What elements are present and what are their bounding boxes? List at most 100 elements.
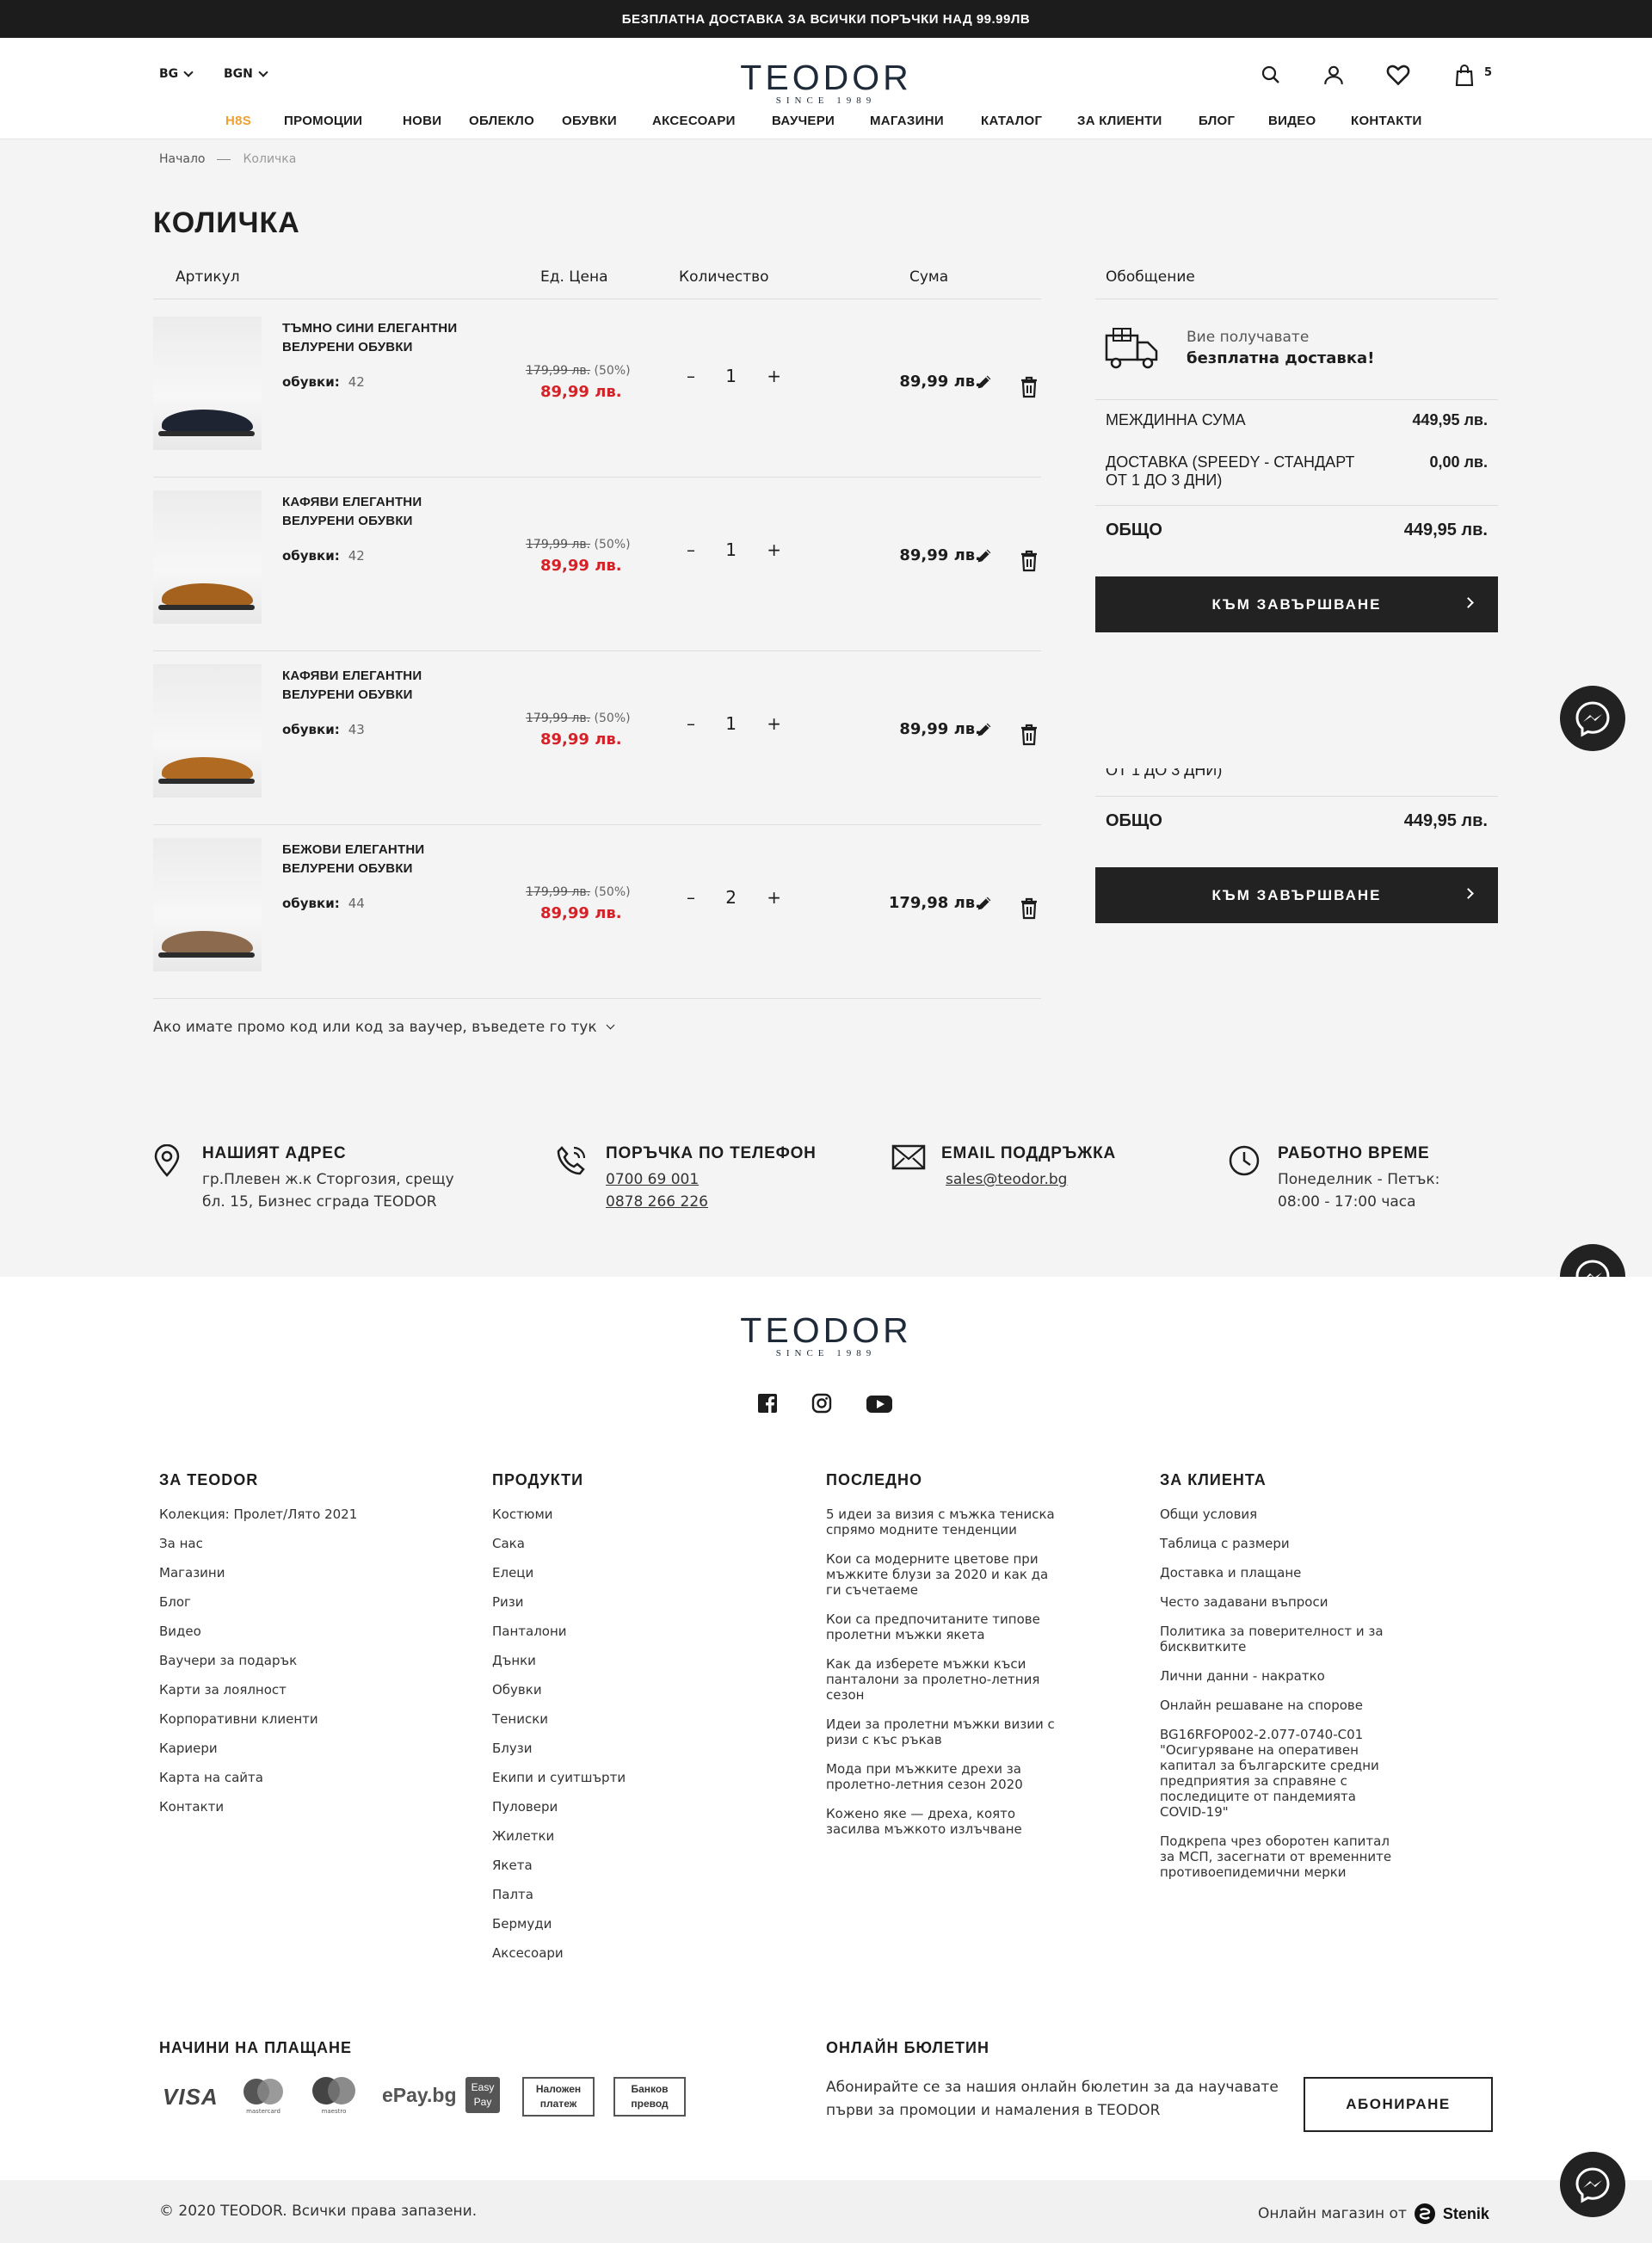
messenger-chat-button[interactable] <box>1560 2152 1625 2217</box>
footer-link[interactable]: Карти за лоялност <box>159 1682 417 1698</box>
footer-link[interactable]: Магазини <box>159 1565 417 1581</box>
qty-value[interactable]: 2 <box>725 887 737 908</box>
footer-link[interactable]: Блузи <box>492 1741 750 1756</box>
footer-link[interactable]: Карта на сайта <box>159 1770 417 1785</box>
footer-link[interactable]: Сака <box>492 1536 750 1551</box>
footer-link[interactable]: Подкрепа чрез оборотен капитал за МСП, з… <box>1160 1833 1392 1880</box>
footer-link[interactable]: Якета <box>492 1858 750 1873</box>
qty-minus-button[interactable]: – <box>687 887 695 908</box>
email-link[interactable]: sales@teodor.bg <box>946 1171 1067 1188</box>
nav-item-catalog[interactable]: КАТАЛОГ <box>981 114 1042 128</box>
qty-minus-button[interactable]: – <box>687 366 695 386</box>
qty-plus-button[interactable]: + <box>767 539 781 560</box>
edit-icon[interactable] <box>975 546 996 567</box>
product-name[interactable]: ТЪМНО СИНИ ЕЛЕГАНТНИ ВЕЛУРЕНИ ОБУВКИ <box>282 319 489 357</box>
trash-icon[interactable] <box>1020 376 1040 400</box>
footer-link[interactable]: Бермуди <box>492 1916 750 1932</box>
trash-icon[interactable] <box>1020 897 1040 921</box>
footer-link[interactable]: Жилетки <box>492 1828 750 1844</box>
footer-link[interactable]: Таблица с размери <box>1160 1536 1392 1551</box>
nav-item-clothing[interactable]: ОБЛЕКЛО <box>469 114 534 128</box>
instagram-icon[interactable] <box>811 1393 832 1414</box>
breadcrumb-home[interactable]: Начало <box>159 152 205 166</box>
footer-link[interactable]: Аксесоари <box>492 1945 750 1961</box>
footer-link[interactable]: Кариери <box>159 1741 417 1756</box>
product-image[interactable] <box>153 317 262 450</box>
footer-link[interactable]: Елеци <box>492 1565 750 1581</box>
messenger-chat-button[interactable] <box>1560 686 1625 751</box>
footer-link[interactable]: Корпоративни клиенти <box>159 1711 417 1727</box>
footer-link[interactable]: Политика за поверителност и за бисквитки… <box>1160 1624 1392 1655</box>
edit-icon[interactable] <box>975 894 996 915</box>
product-image[interactable] <box>153 664 262 798</box>
footer-link[interactable]: Блог <box>159 1594 417 1610</box>
product-image[interactable] <box>153 490 262 624</box>
footer-link[interactable]: Контакти <box>159 1799 417 1815</box>
footer-link[interactable]: Тениски <box>492 1711 750 1727</box>
footer-link[interactable]: Ваучери за подарък <box>159 1653 417 1668</box>
qty-plus-button[interactable]: + <box>767 366 781 386</box>
facebook-icon[interactable] <box>757 1393 778 1414</box>
shopping-bag-icon[interactable] <box>1450 60 1479 89</box>
qty-plus-button[interactable]: + <box>767 713 781 734</box>
trash-icon[interactable] <box>1020 550 1040 574</box>
footer-link[interactable]: За нас <box>159 1536 417 1551</box>
product-name[interactable]: БЕЖОВИ ЕЛЕГАНТНИ ВЕЛУРЕНИ ОБУВКИ <box>282 841 489 878</box>
footer-link[interactable]: Колекция: Пролет/Лято 2021 <box>159 1507 417 1522</box>
footer-logo[interactable]: TEODOR SINCE 1989 <box>697 1313 955 1359</box>
footer-link[interactable]: Кожено яке — дреха, която засилва мъжкот… <box>826 1806 1058 1837</box>
edit-icon[interactable] <box>975 720 996 741</box>
footer-link[interactable]: Идеи за пролетни мъжки визии с ризи с къ… <box>826 1716 1058 1747</box>
trash-icon[interactable] <box>1020 724 1040 748</box>
qty-minus-button[interactable]: – <box>687 713 695 734</box>
nav-item-stores[interactable]: МАГАЗИНИ <box>870 114 944 128</box>
footer-link[interactable]: Мода при мъжките дрехи за пролетно-летни… <box>826 1761 1058 1792</box>
nav-item-promotions[interactable]: ПРОМОЦИИ <box>284 114 362 128</box>
currency-select[interactable]: BGN <box>224 66 268 81</box>
footer-link[interactable]: Как да изберете мъжки къси панталони за … <box>826 1656 1058 1703</box>
footer-link[interactable]: Доставка и плащане <box>1160 1565 1392 1581</box>
product-name[interactable]: КАФЯВИ ЕЛЕГАНТНИ ВЕЛУРЕНИ ОБУВКИ <box>282 667 489 705</box>
footer-link[interactable]: Лични данни - накратко <box>1160 1668 1392 1684</box>
footer-link[interactable]: Пуловери <box>492 1799 750 1815</box>
footer-link[interactable]: Кои са модерните цветове при мъжките блу… <box>826 1551 1058 1598</box>
made-by[interactable]: Онлайн магазин от Stenik <box>1258 2203 1489 2225</box>
qty-plus-button[interactable]: + <box>767 887 781 908</box>
nav-item-accessories[interactable]: АКСЕСОАРИ <box>652 114 736 128</box>
nav-item-new[interactable]: НОВИ <box>403 114 441 128</box>
nav-item-vouchers[interactable]: ВАУЧЕРИ <box>772 114 835 128</box>
footer-link[interactable]: Онлайн решаване на спорове <box>1160 1698 1392 1713</box>
phone-link[interactable]: 0700 69 001 <box>606 1171 699 1188</box>
nav-item-h8s[interactable]: H8S <box>225 114 251 128</box>
product-name[interactable]: КАФЯВИ ЕЛЕГАНТНИ ВЕЛУРЕНИ ОБУВКИ <box>282 493 489 531</box>
qty-value[interactable]: 1 <box>725 539 737 560</box>
language-select[interactable]: BG <box>159 66 194 81</box>
phone-link[interactable]: 0878 266 226 <box>606 1193 708 1211</box>
nav-item-video[interactable]: ВИДЕО <box>1268 114 1316 128</box>
footer-link[interactable]: 5 идеи за визия с мъжка тениска спрямо м… <box>826 1507 1058 1537</box>
footer-link[interactable]: Общи условия <box>1160 1507 1392 1522</box>
footer-link[interactable]: Ризи <box>492 1594 750 1610</box>
sticky-checkout-button[interactable]: КЪМ ЗАВЪРШВАНЕ <box>1095 867 1498 923</box>
product-image[interactable] <box>153 838 262 971</box>
footer-link[interactable]: Кои са предпочитаните типове пролетни мъ… <box>826 1611 1058 1642</box>
promo-code-toggle[interactable]: Ако имате промо код или код за ваучер, в… <box>153 1019 615 1036</box>
footer-link[interactable]: BG16RFOP002-2.077-0740-C01 "Осигуряване … <box>1160 1727 1392 1820</box>
nav-item-for-clients[interactable]: ЗА КЛИЕНТИ <box>1077 114 1162 128</box>
nav-item-shoes[interactable]: ОБУВКИ <box>562 114 617 128</box>
footer-link[interactable]: Обувки <box>492 1682 750 1698</box>
nav-item-blog[interactable]: БЛОГ <box>1199 114 1235 128</box>
footer-link[interactable]: Костюми <box>492 1507 750 1522</box>
qty-value[interactable]: 1 <box>725 713 737 734</box>
site-logo[interactable]: TEODOR SINCE 1989 <box>697 60 955 107</box>
edit-icon[interactable] <box>975 373 996 393</box>
footer-link[interactable]: Дънки <box>492 1653 750 1668</box>
checkout-button[interactable]: КЪМ ЗАВЪРШВАНЕ <box>1095 576 1498 632</box>
qty-value[interactable]: 1 <box>725 366 737 386</box>
footer-link[interactable]: Палта <box>492 1887 750 1902</box>
user-icon[interactable] <box>1319 60 1348 89</box>
footer-link[interactable]: Екипи и суитшърти <box>492 1770 750 1785</box>
qty-minus-button[interactable]: – <box>687 539 695 560</box>
heart-icon[interactable] <box>1384 60 1413 89</box>
footer-link[interactable]: Видео <box>159 1624 417 1639</box>
